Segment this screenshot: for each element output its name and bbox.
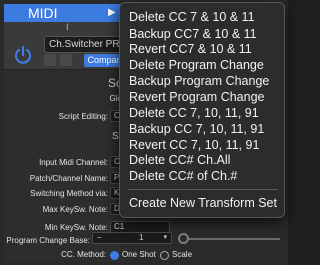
menu-item-create-new-transform-set[interactable]: Create New Transform Set bbox=[129, 196, 277, 210]
previous-preset-button[interactable] bbox=[44, 54, 56, 66]
patch-channel-name-label: Patch/Channel Name: bbox=[29, 174, 108, 183]
program-change-base-slider[interactable] bbox=[180, 238, 280, 240]
cc-method-scale-label: Scale bbox=[172, 250, 193, 259]
chevron-down-icon: ▾ bbox=[163, 234, 167, 241]
max-keysw-note-label: Max KeySw. Note: bbox=[42, 205, 108, 214]
slider-knob[interactable] bbox=[178, 233, 189, 244]
cc-method-scale-radio[interactable] bbox=[160, 251, 169, 260]
midi-menu-title: MIDI bbox=[28, 5, 58, 21]
menu-item-delete-cc-7-10-11[interactable]: Delete CC 7 & 10 & 11 bbox=[129, 10, 255, 24]
plugin-header: I Ch.Switcher PRO Compare bbox=[4, 22, 128, 70]
section-label-truncated: S bbox=[112, 131, 119, 142]
menu-item-backup-cc-7-10-11-91[interactable]: Backup CC 7, 10, 11, 91 bbox=[129, 122, 264, 136]
menu-item-delete-cc-7-10-11-91[interactable]: Delete CC 7, 10, 11, 91 bbox=[129, 106, 259, 120]
preset-selector[interactable]: Ch.Switcher PRO bbox=[44, 36, 124, 53]
transform-popup-menu: Delete CC 7 & 10 & 11 Backup CC7 & 10 & … bbox=[119, 2, 285, 218]
program-change-base-label: Program Change Base: bbox=[6, 236, 90, 245]
minus-icon[interactable]: − bbox=[97, 233, 102, 243]
glo-label-truncated: Glo bbox=[109, 94, 122, 103]
menu-item-revert-cc-7-10-11-91[interactable]: Revert CC 7, 10, 11, 91 bbox=[129, 138, 259, 152]
cc-method-label: CC. Method: bbox=[61, 250, 106, 259]
header-truncated-label: I bbox=[66, 22, 69, 32]
cc-method-one-shot-radio[interactable] bbox=[110, 251, 119, 260]
menu-item-delete-program-change[interactable]: Delete Program Change bbox=[129, 58, 264, 72]
midi-menu-header[interactable]: MIDI ▶ bbox=[4, 4, 124, 22]
menu-item-revert-cc-7-10-11[interactable]: Revert CC7 & 10 & 11 bbox=[129, 42, 252, 56]
menu-item-delete-cc-ch-all[interactable]: Delete CC# Ch.All bbox=[129, 153, 230, 167]
program-change-base-value: 1 bbox=[139, 233, 144, 242]
input-midi-channel-label: Input Midi Channel: bbox=[39, 158, 108, 167]
next-preset-button[interactable] bbox=[60, 54, 72, 66]
menu-item-revert-program-change[interactable]: Revert Program Change bbox=[129, 90, 264, 104]
cc-method-one-shot-label: One Shot bbox=[122, 250, 156, 259]
program-change-base-field[interactable]: − 1 ▾ bbox=[92, 232, 172, 244]
menu-separator bbox=[128, 189, 278, 190]
submenu-arrow-icon: ▶ bbox=[108, 7, 116, 18]
menu-item-backup-program-change[interactable]: Backup Program Change bbox=[129, 74, 269, 88]
menu-item-backup-cc-7-10-11[interactable]: Backup CC7 & 10 & 11 bbox=[129, 27, 257, 41]
menu-item-delete-cc-of-ch[interactable]: Delete CC# of Ch.# bbox=[129, 169, 237, 183]
min-keysw-note-label: Min KeySw. Note: bbox=[44, 223, 108, 232]
power-icon[interactable] bbox=[12, 44, 34, 66]
switching-method-label: Switching Method via: bbox=[30, 189, 108, 198]
script-editing-label: Script Editing: bbox=[58, 112, 108, 121]
